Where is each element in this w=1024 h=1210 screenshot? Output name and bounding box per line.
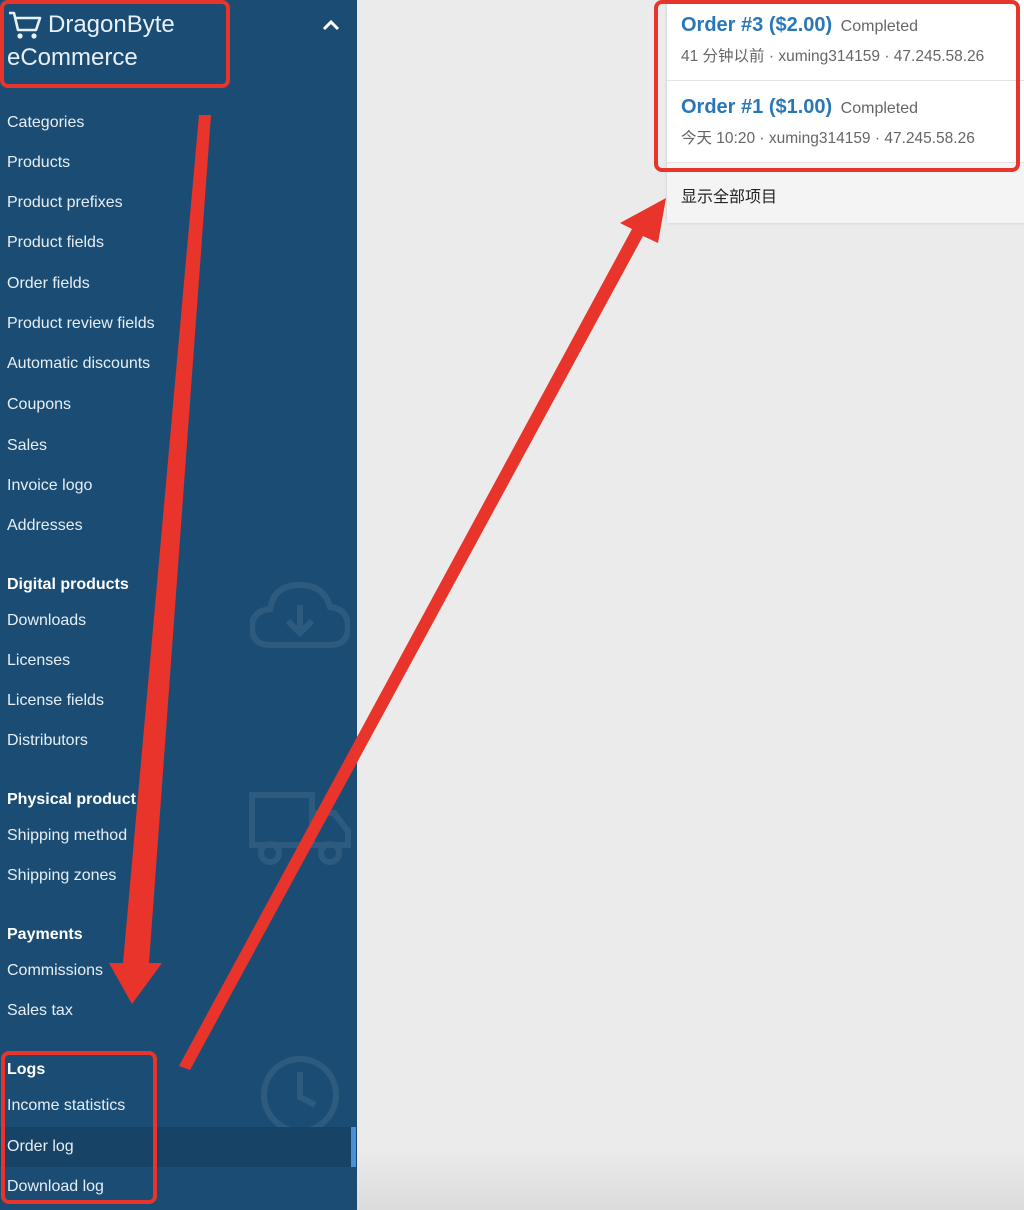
chevron-up-icon[interactable] bbox=[320, 14, 342, 36]
order-log-popup: Order #3 ($2.00) Completed 41 分钟以前 · xum… bbox=[667, 0, 1024, 223]
sidebar-item-product-review-fields[interactable]: Product review fields bbox=[7, 314, 155, 334]
sidebar-item-downloads[interactable]: Downloads bbox=[7, 611, 86, 631]
order-link[interactable]: Order #3 ($2.00) bbox=[681, 14, 832, 36]
sidebar-item-distributors[interactable]: Distributors bbox=[7, 731, 88, 751]
sidebar-item-product-fields[interactable]: Product fields bbox=[7, 233, 104, 253]
show-all-button[interactable]: 显示全部项目 bbox=[667, 162, 1024, 223]
active-indicator bbox=[351, 1127, 356, 1167]
order-title-row: Order #3 ($2.00) Completed bbox=[681, 14, 918, 37]
content-bottom-shadow bbox=[357, 1150, 1024, 1210]
truck-icon bbox=[249, 792, 351, 865]
sidebar-item-shipping-zones[interactable]: Shipping zones bbox=[7, 866, 116, 886]
sidebar-item-addresses[interactable]: Addresses bbox=[7, 516, 83, 536]
show-all-label: 显示全部项目 bbox=[681, 189, 778, 206]
sidebar-item-download-log[interactable]: Download log bbox=[7, 1177, 104, 1197]
brand-line2: eCommerce bbox=[7, 44, 138, 71]
order-link[interactable]: Order #1 ($1.00) bbox=[681, 96, 832, 118]
sidebar-item-coupons[interactable]: Coupons bbox=[7, 395, 71, 415]
sidebar-item-shipping-methods[interactable]: Shipping method bbox=[7, 826, 127, 846]
sidebar-item-invoice-logo[interactable]: Invoice logo bbox=[7, 476, 92, 496]
sidebar-item-product-prefixes[interactable]: Product prefixes bbox=[7, 193, 123, 213]
cart-icon bbox=[9, 11, 42, 39]
sidebar-item-sales-tax[interactable]: Sales tax bbox=[7, 1001, 73, 1021]
order-title-row: Order #1 ($1.00) Completed bbox=[681, 96, 918, 119]
order-meta: 41 分钟以前 · xuming314159 · 47.245.58.26 bbox=[681, 48, 985, 65]
sidebar-item-income-statistics[interactable]: Income statistics bbox=[7, 1096, 125, 1116]
sidebar-item-products[interactable]: Products bbox=[7, 153, 70, 173]
sidebar-header: DragonByte eCommerce bbox=[0, 0, 357, 92]
cloud-download-icon bbox=[250, 581, 350, 648]
order-status: Completed bbox=[840, 18, 919, 35]
section-payments: Payments bbox=[7, 926, 83, 943]
order-status: Completed bbox=[840, 100, 919, 117]
sidebar-item-sales[interactable]: Sales bbox=[7, 436, 47, 456]
section-logs: Logs bbox=[7, 1061, 46, 1078]
sidebar-item-categories[interactable]: Categories bbox=[7, 113, 84, 133]
sidebar: DragonByte eCommerce Categories Products… bbox=[0, 0, 357, 1210]
sidebar-item-licenses[interactable]: Licenses bbox=[7, 651, 70, 671]
sidebar-item-automatic-discounts[interactable]: Automatic discounts bbox=[7, 354, 150, 374]
section-digital-products: Digital products bbox=[7, 576, 129, 593]
order-entry[interactable]: Order #1 ($1.00) Completed 今天 10:20 · xu… bbox=[667, 82, 1024, 163]
sidebar-item-order-log[interactable]: Order log bbox=[7, 1137, 74, 1157]
section-physical-products: Physical product bbox=[7, 791, 136, 808]
sidebar-item-commissions[interactable]: Commissions bbox=[7, 961, 103, 981]
sidebar-item-order-fields[interactable]: Order fields bbox=[7, 274, 90, 294]
sidebar-item-license-fields[interactable]: License fields bbox=[7, 691, 104, 711]
order-entry[interactable]: Order #3 ($2.00) Completed 41 分钟以前 · xum… bbox=[667, 0, 1024, 81]
order-meta: 今天 10:20 · xuming314159 · 47.245.58.26 bbox=[681, 130, 975, 147]
